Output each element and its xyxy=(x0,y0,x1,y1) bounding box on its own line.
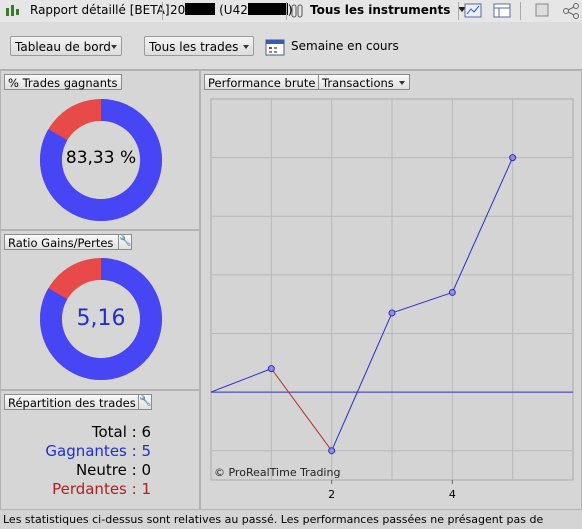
neutral-trades: Neutre : 0 xyxy=(75,461,151,479)
redaction xyxy=(185,3,216,15)
calendar-icon[interactable] xyxy=(265,37,287,57)
data-point xyxy=(509,154,517,162)
transactions-dropdown[interactable]: Transactions xyxy=(318,74,410,90)
win-rate-panel: % Trades gagnants 83,33 % xyxy=(0,70,200,230)
toolbar: Tableau de bord Tous les trades Semaine … xyxy=(0,22,582,70)
data-point xyxy=(448,288,456,296)
chart-window-icon[interactable] xyxy=(464,3,482,19)
chevron-down-icon xyxy=(243,45,249,49)
disclaimer: Les statistiques ci-dessus sont relative… xyxy=(0,510,582,529)
chevron-down-icon xyxy=(399,81,405,85)
data-point xyxy=(328,447,336,455)
data-point xyxy=(388,309,396,317)
chevron-down-icon xyxy=(111,45,117,49)
watermark: © ProRealTime Trading xyxy=(214,466,340,479)
x-tick-label: 2 xyxy=(328,488,335,501)
redaction xyxy=(247,3,288,15)
dashboard-dropdown[interactable]: Tableau de bord xyxy=(10,36,122,56)
period-label[interactable]: Semaine en cours xyxy=(291,39,399,53)
app-chart-icon xyxy=(6,5,19,16)
win-rate-value: 83,33 % xyxy=(65,148,137,168)
performance-chart: 2 4 © ProRealTime Trading xyxy=(210,98,574,501)
title-bar: Rapport détaillé [BETA] 20 (U42) Tous le… xyxy=(0,0,582,23)
settings-icon[interactable] xyxy=(535,3,549,17)
x-tick-label: 4 xyxy=(449,488,456,501)
total-trades: Total : 6 xyxy=(91,423,151,441)
trades-filter-dropdown[interactable]: Tous les trades xyxy=(144,36,254,56)
win-rate-title: % Trades gagnants xyxy=(4,74,122,90)
ratio-value: 5,16 xyxy=(76,306,126,331)
ratio-title: Ratio Gains/Pertes xyxy=(4,234,119,250)
instrument-selector[interactable]: Tous les instruments xyxy=(310,3,466,17)
table-window-icon[interactable] xyxy=(493,3,511,19)
wrench-icon[interactable]: 🔧 xyxy=(118,234,132,250)
account-selector[interactable]: 20 (U42) xyxy=(170,3,293,17)
distribution-panel: Répartition des trades 🔧 Total : 6 Gagna… xyxy=(0,390,200,510)
losing-trades: Perdantes : 1 xyxy=(52,480,151,498)
share-icon[interactable] xyxy=(562,3,580,19)
distribution-title: Répartition des trades xyxy=(4,394,139,410)
gain-loss-ratio-panel: Ratio Gains/Pertes 🔧 5,16 xyxy=(0,230,200,390)
window-title: Rapport détaillé [BETA] xyxy=(30,3,170,17)
link-icon[interactable] xyxy=(291,4,303,18)
wrench-icon[interactable]: 🔧 xyxy=(138,394,152,410)
tab-performance[interactable]: Performance brute xyxy=(204,74,319,90)
data-point xyxy=(267,365,275,373)
winning-trades: Gagnantes : 5 xyxy=(45,442,151,460)
performance-chart-panel: Performance brute Transactions 2 4 © ProRe… xyxy=(200,70,582,510)
